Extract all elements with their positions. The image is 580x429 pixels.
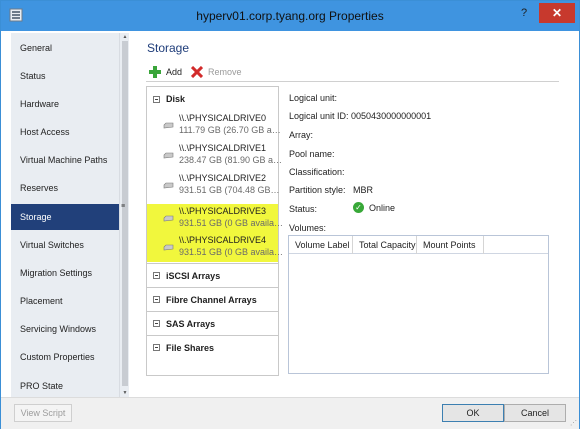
properties-window: hyperv01.corp.tyang.org Properties ? ✕ G… [0,0,580,429]
logical-unit-id: Logical unit ID: 0050430000000001 [289,111,432,121]
drive-name: \\.\PHYSICALDRIVE4 [179,235,267,245]
add-label: Add [166,67,183,77]
view-script-button[interactable]: View Script [14,404,72,422]
storage-toolbar: Add Remove [146,64,559,82]
disk-drive-icon [163,152,174,159]
pool-name-label: Pool name: [289,149,335,159]
resize-grip-icon[interactable]: ⋰ [570,419,577,427]
column-volume-label[interactable]: Volume Label [289,236,353,254]
collapse-icon[interactable] [153,95,160,103]
add-button[interactable]: Add [149,66,182,78]
cancel-button[interactable]: Cancel [504,404,566,422]
remove-x-icon [191,66,203,78]
partition-style-label: Partition style: [289,185,346,195]
section-label: File Shares [166,342,215,353]
dialog-footer: View Script OK Cancel ⋰ [1,397,579,429]
section-label: iSCSI Arrays [166,270,221,281]
online-check-icon: ✓ [353,202,364,213]
drive-name: \\.\PHYSICALDRIVE3 [179,206,267,216]
file-shares-section[interactable]: File Shares [147,335,278,359]
drive-item[interactable]: \\.\PHYSICALDRIVE0 111.79 GB (26.70 GB a… [147,111,281,140]
disk-drive-icon [163,182,174,189]
drive-item[interactable]: \\.\PHYSICALDRIVE1 238.47 GB (81.90 GB a… [147,141,282,170]
drive-name: \\.\PHYSICALDRIVE0 [179,113,267,123]
nav-item-hardware[interactable]: Hardware [11,91,119,117]
volumes-table-header: Volume Label Total Capacity Mount Points [289,236,548,254]
drive-item[interactable]: \\.\PHYSICALDRIVE2 931.51 GB (704.48 GB… [147,171,280,200]
page-heading: Storage [147,41,190,55]
column-mount-points[interactable]: Mount Points [417,236,484,254]
splitter-grip-icon[interactable]: ≡ [121,203,125,210]
expand-icon[interactable] [153,344,160,351]
nav-item-general[interactable]: General [11,35,119,61]
sidebar-scrollbar[interactable]: ▲ ▼ [119,33,129,397]
logical-unit-label: Logical unit: [289,93,338,103]
expand-icon[interactable] [153,320,160,327]
section-label: SAS Arrays [166,318,216,329]
volumes-table[interactable]: Volume Label Total Capacity Mount Points [288,235,549,374]
nav-item-migration-settings[interactable]: Migration Settings [11,260,119,286]
drive-name: \\.\PHYSICALDRIVE1 [179,143,267,153]
drive-name: \\.\PHYSICALDRIVE2 [179,173,267,183]
nav-item-status[interactable]: Status [11,63,119,89]
disk-drive-icon [163,122,174,129]
nav-item-storage[interactable]: Storage [11,204,119,230]
expand-icon[interactable] [153,272,160,279]
drive-capacity: 111.79 GB (26.70 GB a… [179,125,281,135]
nav-item-placement[interactable]: Placement [11,288,119,314]
drive-item-highlighted[interactable]: \\.\PHYSICALDRIVE3 931.51 GB (0 GB avail… [147,204,283,233]
nav-item-servicing-windows[interactable]: Servicing Windows [11,316,119,342]
volumes-label: Volumes: [289,223,327,233]
disk-drive-icon [163,244,174,251]
nav-item-custom-properties[interactable]: Custom Properties [11,344,119,370]
scroll-down-arrow-icon[interactable]: ▼ [120,390,130,396]
close-button[interactable]: ✕ [539,3,575,23]
disk-drive-icon [163,215,174,222]
window-title: hyperv01.corp.tyang.org Properties [196,9,384,23]
drive-capacity: 931.51 GB (704.48 GB… [179,185,280,195]
section-label: Fibre Channel Arrays [166,294,257,305]
disk-section-header[interactable]: Disk [147,87,278,111]
ok-button[interactable]: OK [442,404,504,422]
remove-button[interactable]: Remove [191,66,242,78]
fibre-channel-arrays-section[interactable]: Fibre Channel Arrays [147,287,278,311]
disk-section-label: Disk [166,94,186,104]
nav-item-virtual-machine-paths[interactable]: Virtual Machine Paths [11,147,119,173]
plus-icon [149,66,161,78]
drive-capacity: 931.51 GB (0 GB availa… [179,247,284,257]
drive-item-highlighted[interactable]: \\.\PHYSICALDRIVE4 931.51 GB (0 GB avail… [147,233,283,262]
iscsi-arrays-section[interactable]: iSCSI Arrays [147,263,278,287]
storage-tree: Disk \\.\PHYSICALDRIVE0 111.79 GB (26.70… [146,86,283,376]
scrollbar-thumb[interactable] [122,41,128,386]
nav-item-virtual-switches[interactable]: Virtual Switches [11,232,119,258]
status-text: Online [369,202,396,213]
sas-arrays-section[interactable]: SAS Arrays [147,311,278,335]
status-value: ✓ Online [353,202,395,213]
status-label: Status: [289,204,318,214]
drive-capacity: 238.47 GB (81.90 GB a… [179,155,283,165]
remove-label: Remove [208,67,242,77]
expand-icon[interactable] [153,296,160,303]
drive-capacity: 931.51 GB (0 GB availa… [179,218,284,228]
classification-label: Classification: [289,167,345,177]
sidebar-nav: General Status Hardware Host Access Virt… [11,33,129,397]
scroll-up-arrow-icon[interactable]: ▲ [120,34,130,40]
partition-style-value: MBR [353,185,373,195]
nav-item-host-access[interactable]: Host Access [11,119,119,145]
nav-item-pro-state[interactable]: PRO State [11,373,119,399]
help-button[interactable]: ? [511,3,537,23]
title-bar[interactable]: hyperv01.corp.tyang.org Properties ? ✕ [1,1,579,31]
nav-item-reserves[interactable]: Reserves [11,175,119,201]
column-total-capacity[interactable]: Total Capacity [353,236,417,254]
array-label: Array: [289,130,314,140]
